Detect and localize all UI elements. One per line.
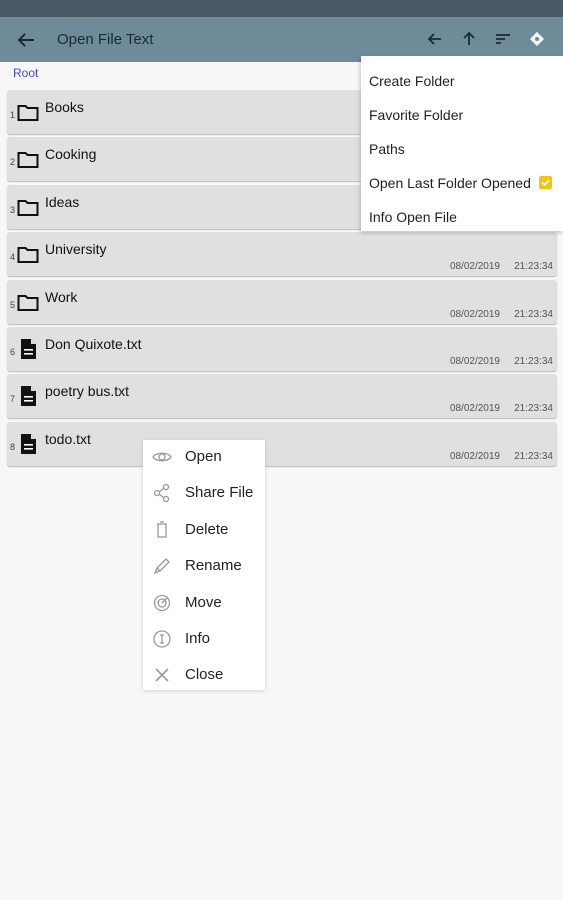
toolbar-actions: [423, 27, 549, 51]
row-name: Ideas: [45, 193, 80, 210]
row-time: 21:23:34: [514, 308, 553, 320]
context-item-delete[interactable]: Delete: [143, 513, 265, 549]
checkbox-checked-icon[interactable]: [539, 176, 552, 189]
context-menu: Open Share File Delete Rename Move Info: [143, 440, 265, 690]
folder-icon: [17, 291, 39, 313]
info-icon: [152, 629, 172, 649]
overflow-menu: Create Folder Favorite Folder Paths Open…: [361, 56, 563, 231]
context-item-close[interactable]: Close: [143, 658, 265, 694]
menu-item-info-open-file[interactable]: Info Open File: [369, 209, 457, 225]
arrow-left-icon[interactable]: [423, 27, 447, 51]
text-file-icon: [17, 385, 39, 407]
context-item-move[interactable]: Move: [143, 586, 265, 622]
row-time: 21:23:34: [514, 403, 553, 415]
context-item-info[interactable]: Info: [143, 622, 265, 658]
row-name: Cooking: [45, 146, 97, 163]
share-icon: [152, 483, 172, 503]
context-item-label: Share File: [185, 484, 254, 501]
row-number: 6: [10, 347, 16, 357]
row-date: 08/02/2019: [449, 356, 500, 367]
row-number: 2: [10, 157, 16, 168]
row-date: 08/02/2019: [449, 450, 500, 462]
menu-item-paths[interactable]: Paths: [369, 141, 405, 157]
context-item-label: Open: [185, 448, 222, 465]
context-item-label: Rename: [185, 557, 242, 574]
row-time: 21:23:34: [514, 450, 553, 462]
sort-icon[interactable]: [491, 27, 515, 51]
row-number: 5: [10, 299, 16, 310]
file-list-row[interactable]: 5 Work 08/02/2019 21:23:34: [7, 279, 557, 324]
row-name: Books: [45, 99, 84, 115]
row-name: Don Quixote.txt: [45, 336, 142, 352]
arrow-up-icon[interactable]: [457, 27, 481, 51]
folder-icon: [17, 196, 39, 218]
text-file-icon: [17, 338, 39, 360]
diamond-icon[interactable]: [525, 27, 549, 51]
move-icon: [152, 593, 172, 613]
back-arrow-icon[interactable]: [14, 29, 38, 51]
context-item-open[interactable]: Open: [143, 440, 265, 476]
folder-icon: [17, 243, 39, 265]
close-icon: [152, 665, 172, 685]
file-list-row[interactable]: 8 todo.txt 08/02/2019 21:23:34: [7, 421, 557, 466]
row-date: 08/02/2019: [449, 308, 500, 320]
pencil-icon: [152, 556, 172, 576]
context-item-label: Move: [185, 594, 222, 611]
page-title: Open File Text: [57, 31, 154, 48]
row-number: 4: [10, 252, 16, 263]
row-time: 21:23:34: [514, 261, 553, 273]
eye-icon: [152, 447, 172, 467]
menu-item-favorite-folder[interactable]: Favorite Folder: [369, 107, 463, 123]
row-date: 08/02/2019: [449, 261, 500, 273]
breadcrumb[interactable]: Root: [13, 66, 38, 80]
row-time: 21:23:34: [514, 356, 553, 367]
row-name: University: [45, 241, 107, 258]
trash-icon: [152, 520, 172, 540]
row-number: 8: [10, 441, 16, 452]
context-item-label: Close: [185, 666, 224, 683]
status-bar: [0, 0, 563, 17]
menu-item-create-folder[interactable]: Create Folder: [369, 73, 455, 89]
file-list-row[interactable]: 7 poetry bus.txt 08/02/2019 21:23:34: [7, 374, 557, 419]
row-name: poetry bus.txt: [45, 383, 130, 400]
folder-icon: [17, 101, 39, 123]
row-number: 1: [10, 110, 16, 120]
context-item-rename[interactable]: Rename: [143, 549, 265, 585]
context-item-label: Delete: [185, 521, 229, 538]
context-item-share-file[interactable]: Share File: [143, 476, 265, 512]
folder-icon: [17, 148, 39, 170]
row-name: todo.txt: [45, 430, 91, 447]
text-file-icon: [17, 433, 39, 455]
row-number: 7: [10, 394, 16, 405]
row-number: 3: [10, 204, 16, 215]
file-list-row[interactable]: 4 University 08/02/2019 21:23:34: [7, 232, 557, 277]
context-item-label: Info: [185, 630, 211, 647]
row-date: 08/02/2019: [449, 403, 500, 415]
file-list-row[interactable]: 6 Don Quixote.txt 08/02/2019 21:23:34: [7, 327, 557, 371]
menu-item-open-last-folder[interactable]: Open Last Folder Opened: [369, 175, 531, 191]
row-name: Work: [45, 288, 78, 305]
